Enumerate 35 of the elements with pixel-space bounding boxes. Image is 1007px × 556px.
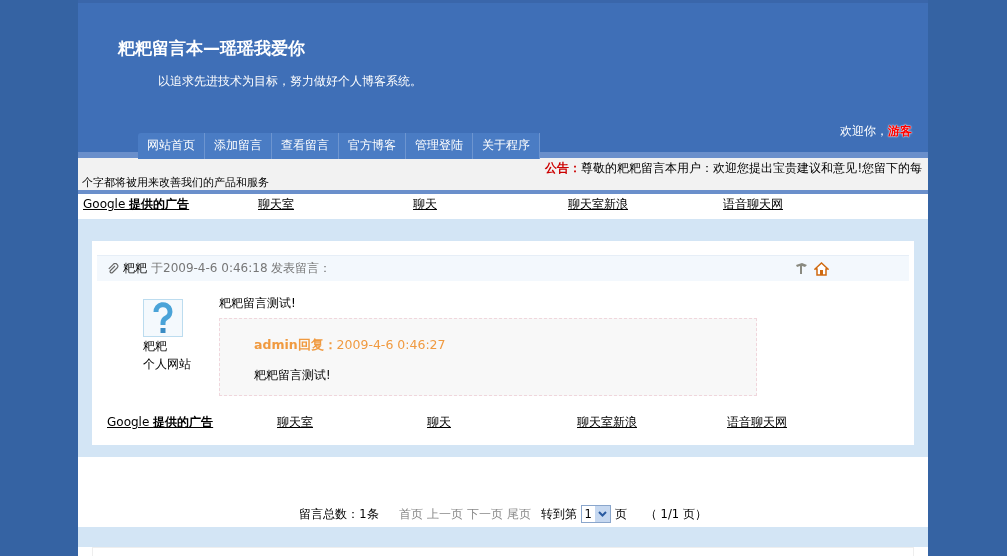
home-icon[interactable] <box>814 261 829 276</box>
ad-link[interactable]: 聊天室新浪 <box>577 414 727 431</box>
ad-link[interactable]: 聊天室 <box>277 414 427 431</box>
welcome-text: 欢迎你， <box>840 124 888 138</box>
poster-name: 粑粑 <box>143 338 168 355</box>
ad-link[interactable]: Google 提供的广告 <box>78 194 253 215</box>
site-subtitle: 以追求先进技术为目标，努力做好个人博客系统。 <box>157 74 423 89</box>
notice-text: 个字都将被用来改善我们的产品和服务 <box>81 176 270 190</box>
chevron-down-icon <box>597 511 607 517</box>
paperclip-icon <box>107 262 119 275</box>
post-meta: 于2009-4-6 0:46:18 发表留言： <box>151 260 332 277</box>
message-text: 粑粑留言测试! <box>219 295 297 312</box>
ad-link[interactable]: Google 提供的广告 <box>107 414 277 431</box>
homepage-link[interactable]: 个人网站 <box>143 357 191 371</box>
page-select[interactable]: 1 <box>580 505 611 523</box>
ad-link[interactable]: 语音聊天网 <box>718 194 873 215</box>
ad-link[interactable]: 聊天室 <box>253 194 408 215</box>
tools-icon[interactable] <box>795 262 808 275</box>
ad-link[interactable]: 聊天 <box>408 194 563 215</box>
ad-link[interactable]: 语音聊天网 <box>727 414 877 431</box>
page-summary: （ 1/1 页） <box>644 506 707 522</box>
user-name: 游客 <box>888 124 912 138</box>
site-title: 粑粑留言本—瑶瑶我爱你 <box>116 37 306 60</box>
ad-link[interactable]: 聊天 <box>427 414 577 431</box>
reply-text: 粑粑留言测试! <box>254 368 332 383</box>
total-count: 留言总数：1条 <box>299 506 379 522</box>
reply-label: admin回复： <box>254 337 337 352</box>
author-name: 粑粑 <box>123 260 147 277</box>
question-mark-icon <box>143 299 183 337</box>
notice-label: 公告： <box>545 161 582 175</box>
ad-link[interactable]: 聊天室新浪 <box>563 194 718 215</box>
notice-text: 尊敬的粑粑留言本用户：欢迎您提出宝贵建议和意见!您留下的每 <box>581 161 922 175</box>
page-unit: 页 <box>614 506 627 522</box>
goto-label: 转到第 <box>540 506 577 522</box>
reply-time: 2009-4-6 0:46:27 <box>336 337 446 352</box>
